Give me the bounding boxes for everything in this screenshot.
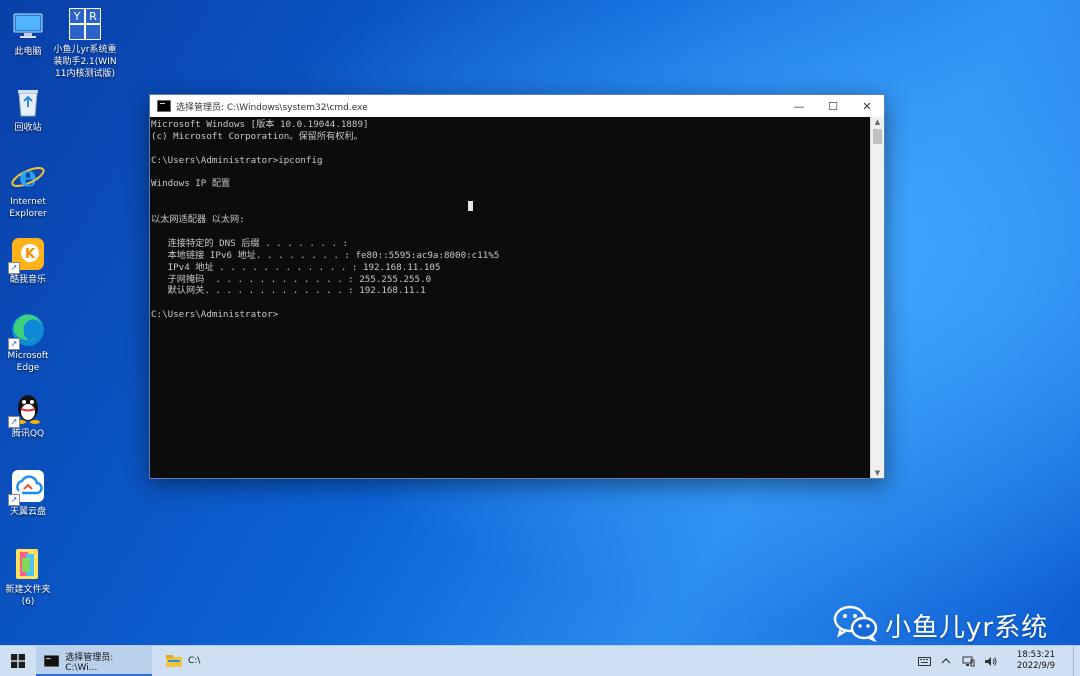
desktop-icon-new-folder[interactable]: 新建文件夹 (6)	[0, 546, 60, 608]
cmd-window[interactable]: 选择管理员: C:\Windows\system32\cmd.exe — ☐ ✕…	[149, 94, 885, 479]
watermark-text: 小鱼儿yr系统	[885, 612, 1049, 643]
svg-text:Y: Y	[73, 10, 81, 23]
desktop-icon-label: 腾讯QQ	[11, 429, 45, 439]
yr-logo-icon: Y R	[67, 6, 103, 42]
scroll-down-arrow-icon[interactable]: ▼	[871, 468, 884, 478]
svg-text:R: R	[89, 10, 97, 23]
desktop-icon-tencent-qq[interactable]: ↗ 腾讯QQ	[0, 390, 60, 440]
taskbar: 选择管理员: C:\Wi... C:\ 18:53:21 2022/9/9	[0, 645, 1080, 676]
kuwo-music-icon: K ↗	[8, 236, 46, 274]
desktop-icon-yr-tool[interactable]: Y R 小鱼儿yr系统重装助手2.1(WIN11内核测试版)	[52, 6, 118, 80]
desktop-icon-label: 天翼云盘	[9, 507, 46, 517]
console-line: Windows IP 配置	[151, 178, 231, 190]
cmd-titlebar[interactable]: 选择管理员: C:\Windows\system32\cmd.exe — ☐ ✕	[150, 95, 884, 117]
maximize-button[interactable]: ☐	[816, 95, 850, 117]
tianyi-cloud-icon: ↗	[8, 468, 46, 506]
minimize-button[interactable]: —	[782, 95, 816, 117]
desktop-icon-this-pc[interactable]: 此电脑	[0, 8, 60, 58]
desktop-icon-internet-explorer[interactable]: e Internet Explorer	[0, 158, 60, 220]
console-line: 以太网适配器 以太网:	[151, 214, 245, 226]
network-icon[interactable]	[961, 654, 975, 668]
text-cursor	[468, 201, 473, 211]
cmd-icon	[44, 655, 60, 667]
svg-text:e: e	[19, 160, 37, 193]
folder-icon	[10, 546, 46, 582]
console-line: 连接特定的 DNS 后缀 . . . . . . . :	[151, 237, 349, 249]
desktop-icon-recycle-bin[interactable]: 回收站	[0, 84, 60, 134]
ie-icon: e	[10, 158, 46, 194]
svg-text:K: K	[25, 247, 36, 262]
recycle-bin-icon	[10, 84, 46, 120]
console-line: 本地链接 IPv6 地址. . . . . . . . : fe80::5595…	[151, 249, 500, 261]
console-line: 子网掩码 . . . . . . . . . . . . : 255.255.2…	[151, 273, 432, 285]
close-button[interactable]: ✕	[850, 95, 884, 117]
edge-icon: ↗	[8, 312, 46, 350]
taskbar-item-label: C:\	[188, 656, 201, 666]
desktop-icon-label: 此电脑	[14, 47, 42, 57]
desktop-icon-tianyi-cloud[interactable]: ↗ 天翼云盘	[0, 468, 60, 518]
clock[interactable]: 18:53:21 2022/9/9	[1003, 650, 1069, 672]
wechat-icon	[833, 604, 879, 646]
explorer-folder-icon	[166, 655, 182, 667]
desktop-icon-label: Internet Explorer	[9, 197, 47, 219]
qq-icon: ↗	[8, 390, 46, 428]
desktop-icon-label: 酷我音乐	[9, 275, 46, 285]
console-line: Microsoft Windows [版本 10.0.19044.1889]	[151, 119, 369, 130]
console-line: C:\Users\Administrator>ipconfig	[151, 154, 323, 166]
desktop-icon-label: 小鱼儿yr系统重装助手2.1(WIN11内核测试版)	[53, 45, 117, 79]
computer-icon	[10, 8, 46, 44]
start-button[interactable]	[0, 646, 36, 676]
console-line: IPv4 地址 . . . . . . . . . . . . : 192.16…	[151, 261, 441, 273]
console-line: 默认网关. . . . . . . . . . . . . : 192.168.…	[151, 285, 426, 297]
taskbar-item-explorer[interactable]: C:\	[158, 646, 208, 676]
cmd-window-title: 选择管理员: C:\Windows\system32\cmd.exe	[176, 102, 368, 113]
clock-time: 18:53:21	[1016, 650, 1056, 660]
scroll-up-arrow-icon[interactable]: ▲	[871, 117, 884, 127]
chevron-up-icon[interactable]	[939, 654, 953, 668]
desktop-icon-label: 新建文件夹 (6)	[5, 585, 51, 607]
cmd-icon	[157, 100, 171, 112]
show-desktop-button[interactable]	[1073, 646, 1080, 676]
console-line: (c) Microsoft Corporation。保留所有权利。	[151, 130, 363, 142]
console-prompt: C:\Users\Administrator>	[151, 309, 279, 321]
clock-date: 2022/9/9	[1016, 661, 1056, 671]
desktop-icon-microsoft-edge[interactable]: ↗ Microsoft Edge	[0, 312, 60, 374]
windows-logo-icon	[11, 654, 25, 668]
taskbar-item-label: 选择管理员: C:\Wi...	[65, 652, 114, 673]
volume-icon[interactable]	[983, 654, 997, 668]
desktop-icon-label: 回收站	[14, 123, 42, 133]
scrollbar-thumb[interactable]	[873, 129, 882, 144]
cmd-console[interactable]: Microsoft Windows [版本 10.0.19044.1889] (…	[150, 117, 871, 478]
watermark: 小鱼儿yr系统	[833, 604, 1048, 646]
desktop-icon-label: Microsoft Edge	[7, 351, 49, 373]
vertical-scrollbar[interactable]: ▲ ▼	[870, 117, 884, 478]
keyboard-icon[interactable]	[917, 654, 931, 668]
desktop-icon-kuwo-music[interactable]: K ↗ 酷我音乐	[0, 236, 60, 286]
taskbar-item-cmd[interactable]: 选择管理员: C:\Wi...	[36, 646, 152, 676]
system-tray: 18:53:21 2022/9/9	[913, 646, 1080, 676]
